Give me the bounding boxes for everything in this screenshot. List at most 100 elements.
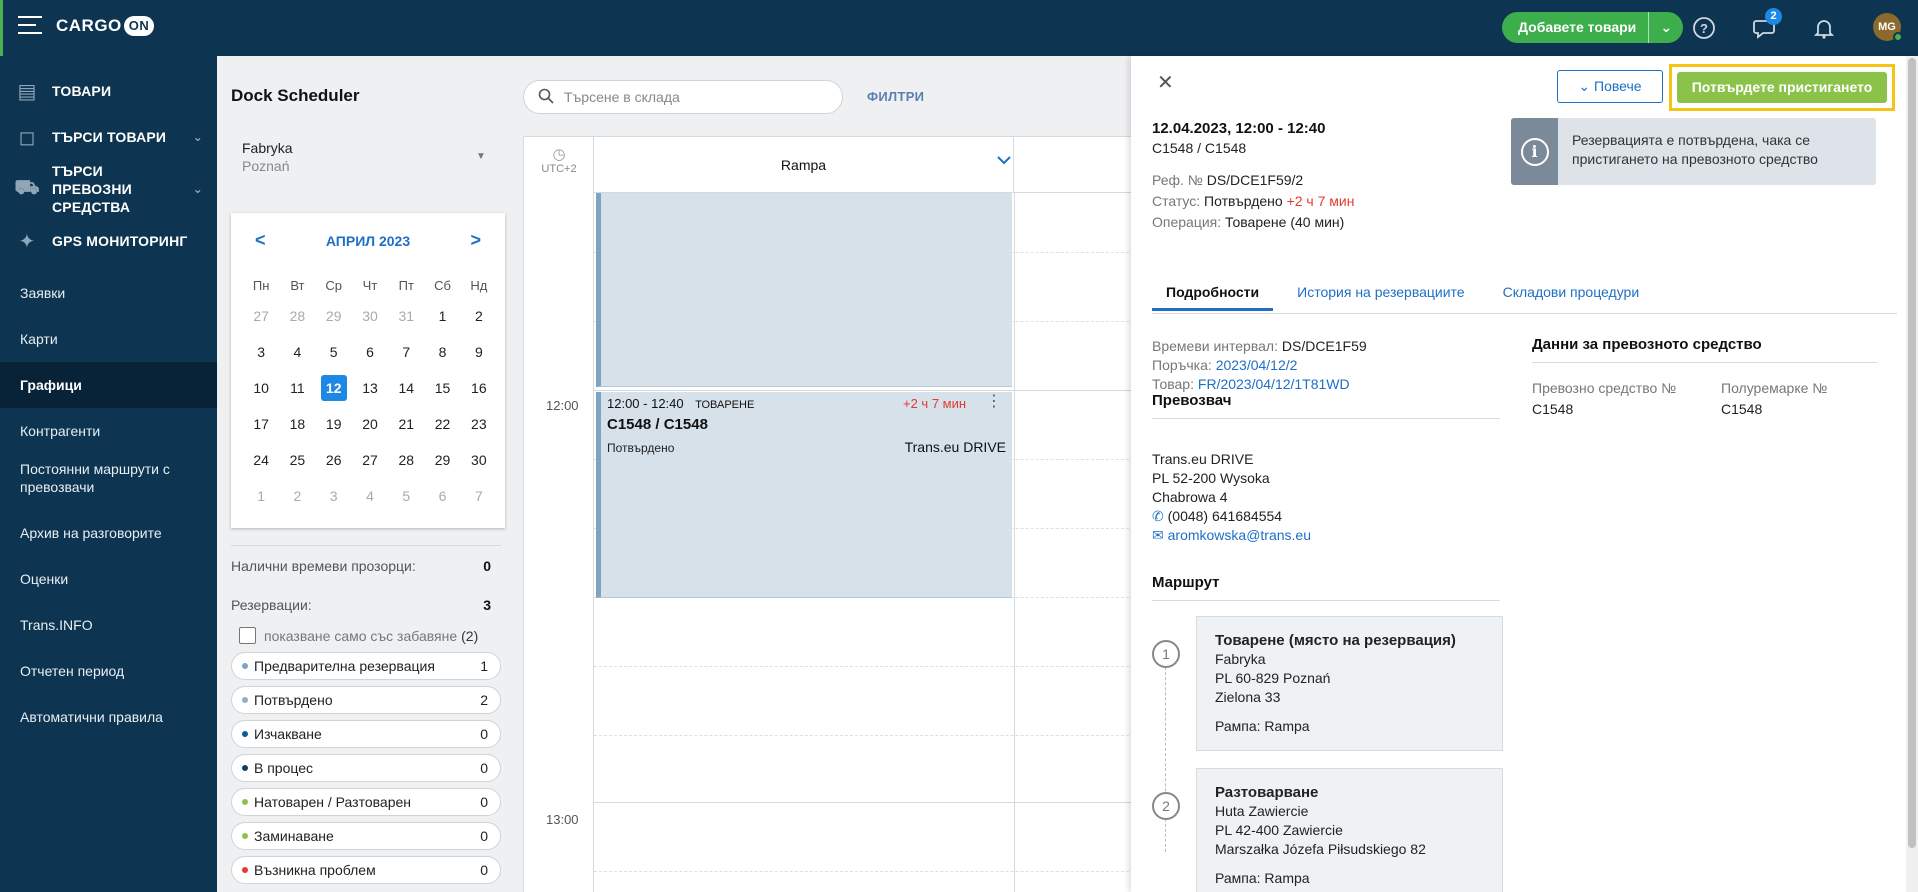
sidebar-item-contractors[interactable]: Контрагенти — [0, 408, 217, 454]
calendar-day[interactable]: 14 — [388, 378, 424, 414]
calendar-day[interactable]: 28 — [388, 450, 424, 486]
calendar-day[interactable]: 19 — [316, 414, 352, 450]
order-link[interactable]: 2023/04/12/2 — [1216, 357, 1298, 373]
calendar-day[interactable]: 3 — [316, 486, 352, 522]
panel-scrollbar[interactable] — [1906, 56, 1918, 892]
more-button[interactable]: ⌄ Повече — [1557, 70, 1663, 103]
delay-filter[interactable]: показване само със забавяне (2) — [239, 627, 501, 644]
sidebar-item-search-vehicles[interactable]: ⛟ ТЪРСИ ПРЕВОЗНИ СРЕДСТВА ⌄ — [0, 160, 217, 218]
calendar-day[interactable]: 30 — [461, 450, 497, 486]
chevron-down-icon[interactable]: ⌄ — [193, 182, 203, 196]
filters-button[interactable]: ФИЛТРИ — [867, 89, 924, 104]
calendar-day[interactable]: 4 — [279, 342, 315, 378]
hamburger-menu-icon[interactable] — [18, 16, 42, 36]
calendar-day[interactable]: 3 — [243, 342, 279, 378]
legend-item[interactable]: В процес 0 — [231, 754, 501, 782]
sidebar-item-automatic-rules[interactable]: Автоматични правила — [0, 694, 217, 740]
carrier-email-link[interactable]: aromkowska@trans.eu — [1168, 527, 1311, 543]
calendar-day[interactable]: 20 — [352, 414, 388, 450]
help-icon[interactable]: ? — [1690, 14, 1718, 42]
sidebar-item-permanent-routes[interactable]: Постоянни маршрути с превозвачи — [0, 454, 217, 510]
calendar-day[interactable]: 7 — [388, 342, 424, 378]
sidebar-item-chat-archive[interactable]: Архив на разговорите — [0, 510, 217, 556]
calendar-day[interactable]: 6 — [424, 486, 460, 522]
calendar-day[interactable]: 31 — [388, 306, 424, 342]
sidebar-item-goods[interactable]: ▤ ТОВАРИ — [0, 68, 217, 114]
legend-item[interactable]: Предварителна резервация 1 — [231, 652, 501, 680]
sidebar-item-ratings[interactable]: Оценки — [0, 556, 217, 602]
more-vertical-icon[interactable]: ⋮ — [986, 394, 1002, 410]
calendar-day[interactable]: 13 — [352, 378, 388, 414]
calendar-day[interactable]: 5 — [388, 486, 424, 522]
calendar-day[interactable]: 8 — [424, 342, 460, 378]
tab-details[interactable]: Подробности — [1152, 284, 1274, 311]
calendar-day[interactable]: 21 — [388, 414, 424, 450]
scrollbar-thumb[interactable] — [1908, 58, 1916, 848]
calendar-day[interactable]: 16 — [461, 378, 497, 414]
messages-icon[interactable]: 2 — [1750, 8, 1782, 42]
sidebar-item-schedules[interactable]: Графици — [0, 362, 217, 408]
calendar-day[interactable]: 22 — [424, 414, 460, 450]
calendar-day[interactable]: 29 — [316, 306, 352, 342]
calendar-day[interactable]: 9 — [461, 342, 497, 378]
calendar-day[interactable]: 2 — [279, 486, 315, 522]
calendar-day[interactable]: 25 — [279, 450, 315, 486]
booking-block[interactable]: 12:00 - 12:40 ТОВАРЕНЕ +2 ч 7 мин ⋮ C154… — [596, 392, 1012, 598]
confirm-arrival-button[interactable]: Потвърдете пристигането — [1677, 72, 1887, 103]
calendar-day[interactable]: 18 — [279, 414, 315, 450]
selected-day[interactable]: 12 — [320, 375, 347, 401]
close-icon[interactable]: ✕ — [1157, 70, 1174, 95]
sidebar-item-requests[interactable]: Заявки — [0, 270, 217, 316]
bell-icon[interactable] — [1810, 14, 1838, 42]
avatar[interactable]: MG — [1873, 13, 1903, 42]
calendar-day[interactable]: 5 — [316, 342, 352, 378]
chevron-down-icon[interactable]: ⌄ — [193, 130, 203, 144]
calendar-day[interactable]: 27 — [352, 450, 388, 486]
booking-block-previous[interactable] — [596, 193, 1012, 387]
tab-booking-history[interactable]: История на резервациите — [1283, 284, 1478, 311]
sidebar-item-maps[interactable]: Карти — [0, 316, 217, 362]
calendar-day[interactable]: 7 — [461, 486, 497, 522]
sidebar-item-reporting-period[interactable]: Отчетен период — [0, 648, 217, 694]
legend-item[interactable]: Заминаване 0 — [231, 822, 501, 850]
logo[interactable]: CARGO ON — [56, 16, 155, 36]
add-goods-button[interactable]: Добавете товари ⌄ — [1502, 12, 1684, 43]
legend-item[interactable]: Изчакване 0 — [231, 720, 501, 748]
calendar-day[interactable]: 17 — [243, 414, 279, 450]
legend-item[interactable]: Натоварен / Разтоварен 0 — [231, 788, 501, 816]
calendar-day[interactable]: 27 — [243, 306, 279, 342]
calendar-day[interactable]: 29 — [424, 450, 460, 486]
next-month-button[interactable]: > — [470, 230, 481, 251]
delay-filter-label: показване само със забавяне — [264, 627, 458, 644]
sidebar-item-search-goods[interactable]: ◻ ТЪРСИ ТОВАРИ ⌄ — [0, 114, 217, 160]
legend-item[interactable]: Възникна проблем 0 — [231, 856, 501, 884]
vehicle-number-value: C1548 — [1532, 401, 1574, 417]
chevron-down-icon[interactable] — [996, 153, 1012, 171]
calendar-day[interactable]: 12 — [316, 375, 352, 414]
sidebar-item-transinfo[interactable]: Trans.INFO — [0, 602, 217, 648]
dropdown-arrow-icon[interactable]: ▼ — [476, 151, 486, 162]
delay-filter-checkbox[interactable] — [239, 627, 256, 644]
calendar-day[interactable]: 11 — [279, 378, 315, 414]
sidebar-item-gps[interactable]: ✦ GPS МОНИТОРИНГ — [0, 218, 217, 264]
tab-warehouse-procedures[interactable]: Складови процедури — [1489, 284, 1654, 311]
ramp-column-title[interactable]: Rampa — [594, 137, 1014, 193]
calendar-day[interactable]: 6 — [352, 342, 388, 378]
calendar-day[interactable]: 15 — [424, 378, 460, 414]
search-input[interactable]: Търсене в склада — [523, 80, 843, 114]
calendar-day[interactable]: 1 — [424, 306, 460, 342]
chevron-down-icon[interactable]: ⌄ — [1649, 19, 1683, 36]
facility-select[interactable]: Fabryka Poznań — [242, 140, 293, 174]
calendar-day[interactable]: 2 — [461, 306, 497, 342]
goods-link[interactable]: FR/2023/04/12/1T81WD — [1198, 376, 1350, 392]
calendar-day[interactable]: 24 — [243, 450, 279, 486]
legend-item[interactable]: Потвърдено 2 — [231, 686, 501, 714]
calendar-day[interactable]: 4 — [352, 486, 388, 522]
calendar-day[interactable]: 23 — [461, 414, 497, 450]
vehicle-number: Превозно средство № C1548 — [1532, 378, 1676, 420]
calendar-day[interactable]: 28 — [279, 306, 315, 342]
calendar-day[interactable]: 1 — [243, 486, 279, 522]
calendar-day[interactable]: 30 — [352, 306, 388, 342]
calendar-day[interactable]: 26 — [316, 450, 352, 486]
calendar-day[interactable]: 10 — [243, 378, 279, 414]
